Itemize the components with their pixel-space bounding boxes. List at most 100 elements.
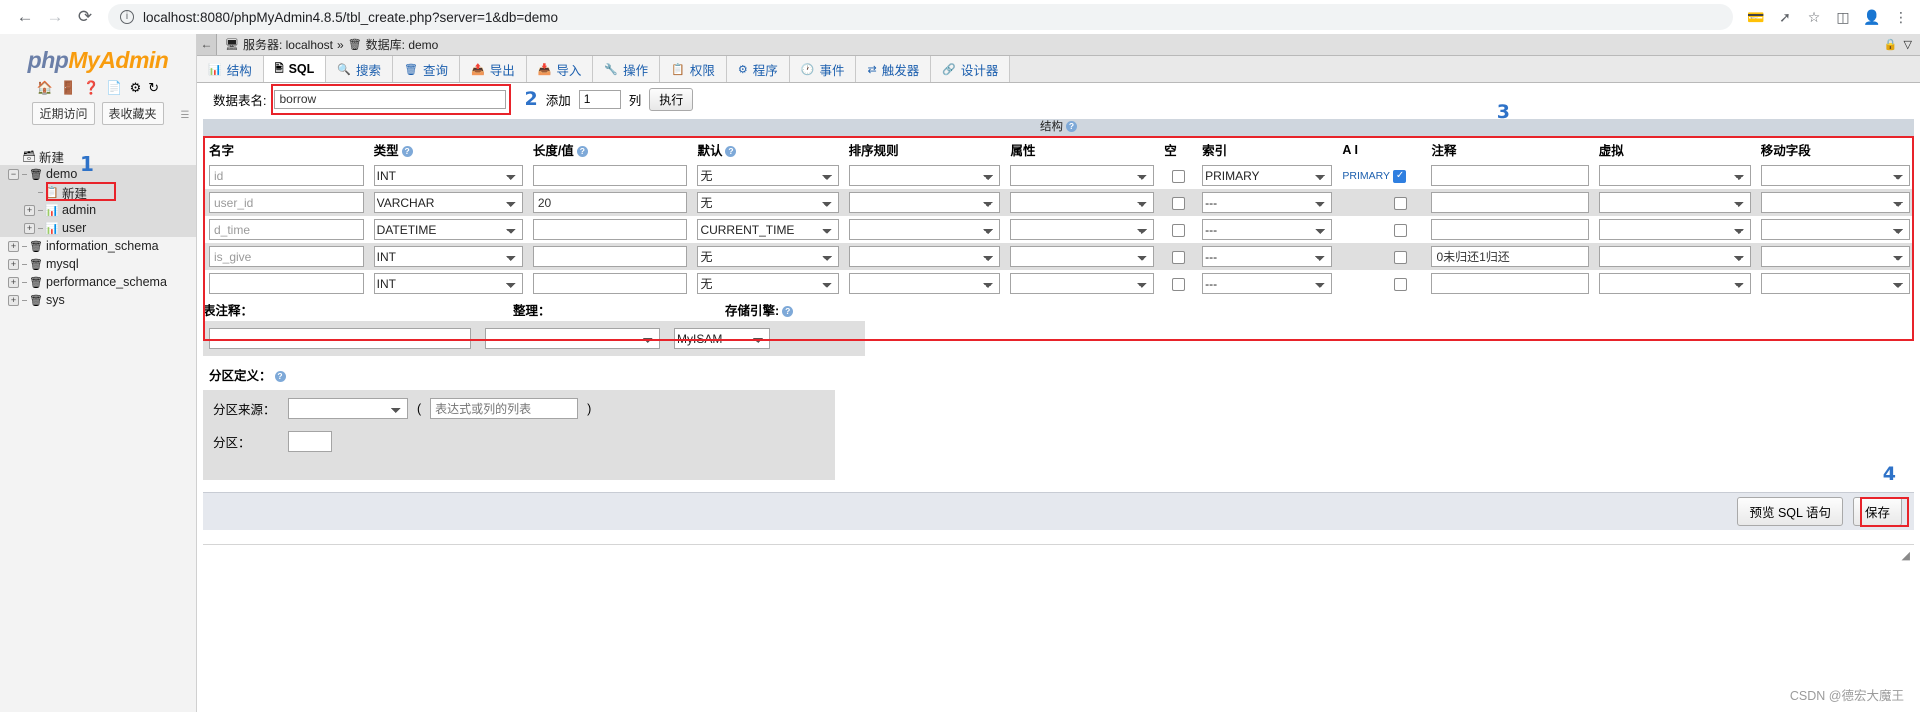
tree-toggle-expand-icon[interactable]: + <box>8 258 19 270</box>
tree-toggle-expand-icon[interactable]: + <box>8 294 19 306</box>
share-icon[interactable]: ➚ <box>1776 9 1794 26</box>
tab-export[interactable]: 📤 导出 <box>459 56 527 82</box>
table-collation-select[interactable] <box>485 328 660 349</box>
column-attributes-select[interactable] <box>1010 165 1155 186</box>
column-comment-input[interactable] <box>1431 246 1589 267</box>
breadcrumb-back-icon[interactable]: ← <box>197 34 217 55</box>
preview-sql-button[interactable]: 预览 SQL 语句 <box>1737 497 1843 526</box>
partitions-count-input[interactable] <box>288 431 332 452</box>
column-default-select[interactable]: 无 <box>697 246 839 267</box>
tab-events[interactable]: 🕐 事件 <box>789 56 857 82</box>
column-collation-select[interactable] <box>848 192 1001 213</box>
column-null-checkbox[interactable] <box>1171 250 1185 264</box>
tree-toggle-expand-icon[interactable]: + <box>24 204 35 216</box>
tree-item-mysql[interactable]: + 🗑 mysql <box>0 255 196 273</box>
payment-icon[interactable]: 💳 <box>1747 9 1765 26</box>
tree-item-performance-schema[interactable]: + 🗑 performance_schema <box>0 273 196 291</box>
tab-privileges[interactable]: 📋 权限 <box>660 56 727 82</box>
lock-icon[interactable]: 🔒 <box>1884 38 1898 51</box>
forward-icon[interactable]: → <box>40 2 70 32</box>
home-icon[interactable]: 🏠 <box>37 81 53 94</box>
column-comment-input[interactable] <box>1431 219 1589 240</box>
column-type-select[interactable]: INT <box>373 246 523 267</box>
reload-icon[interactable]: ⟳ <box>70 2 100 32</box>
tree-toggle-expand-icon[interactable]: + <box>24 222 35 234</box>
help-icon[interactable]: ❓ <box>83 81 99 94</box>
tab-designer[interactable]: 🔗 设计器 <box>931 56 1011 82</box>
help-icon[interactable]: ? <box>1066 121 1077 133</box>
column-collation-select[interactable] <box>848 273 1001 294</box>
column-virtuality-select[interactable] <box>1598 273 1751 294</box>
column-name-input[interactable] <box>209 165 364 186</box>
tree-toggle-expand-icon[interactable]: + <box>8 240 19 252</box>
column-comment-input[interactable] <box>1431 273 1589 294</box>
table-engine-select[interactable]: MyISAM <box>674 328 770 349</box>
column-ai-checkbox[interactable] <box>1394 196 1408 210</box>
column-move-select[interactable] <box>1760 246 1910 267</box>
tab-operations[interactable]: 🔧 操作 <box>593 56 661 82</box>
column-name-input[interactable] <box>209 273 364 294</box>
partition-source-select[interactable] <box>288 398 408 419</box>
column-collation-select[interactable] <box>848 219 1001 240</box>
column-default-select[interactable]: 无 <box>697 273 839 294</box>
column-length-input[interactable] <box>532 165 688 186</box>
tree-item-admin[interactable]: + 📊 admin <box>0 201 196 219</box>
column-default-select[interactable]: CURRENT_TIME <box>697 219 839 240</box>
reload-icon[interactable]: ↻ <box>148 81 159 94</box>
column-collation-select[interactable] <box>848 246 1001 267</box>
tab-routines[interactable]: ⚙ 程序 <box>726 56 790 82</box>
column-type-select[interactable]: INT <box>373 165 523 186</box>
menu-icon[interactable]: ⋮ <box>1892 9 1910 26</box>
column-length-input[interactable] <box>532 219 688 240</box>
column-index-select[interactable]: --- <box>1202 246 1333 267</box>
collapse-icon[interactable]: ☰ <box>178 110 192 122</box>
column-attributes-select[interactable] <box>1010 192 1155 213</box>
column-attributes-select[interactable] <box>1010 273 1155 294</box>
column-virtuality-select[interactable] <box>1598 219 1751 240</box>
column-null-checkbox[interactable] <box>1171 196 1185 210</box>
column-default-select[interactable]: 无 <box>697 192 839 213</box>
column-index-select[interactable]: --- <box>1202 192 1333 213</box>
tree-item-demo[interactable]: − 🗑 demo <box>0 165 196 183</box>
column-index-select[interactable]: --- <box>1202 219 1333 240</box>
phpmyadmin-logo[interactable]: phpMyAdmin <box>0 34 196 74</box>
favorite-tables-button[interactable]: 表收藏夹 <box>101 102 164 125</box>
column-type-select[interactable]: DATETIME <box>373 219 523 240</box>
back-icon[interactable]: ← <box>10 2 40 32</box>
column-move-select[interactable] <box>1760 192 1910 213</box>
add-columns-input[interactable] <box>578 89 621 109</box>
tree-toggle-collapse-icon[interactable]: − <box>8 168 19 180</box>
breadcrumb-server-text[interactable]: 服务器: localhost <box>243 36 333 53</box>
help-icon[interactable]: ? <box>576 146 588 158</box>
tree-toggle-expand-icon[interactable]: + <box>8 276 19 288</box>
column-comment-input[interactable] <box>1431 192 1589 213</box>
column-index-select[interactable]: --- <box>1202 273 1333 294</box>
column-length-input[interactable] <box>532 246 688 267</box>
recent-tables-button[interactable]: 近期访问 <box>32 102 95 125</box>
column-length-input[interactable] <box>532 192 688 213</box>
address-bar[interactable]: i localhost:8080/phpMyAdmin4.8.5/tbl_cre… <box>108 4 1733 30</box>
column-move-select[interactable] <box>1760 165 1910 186</box>
help-icon[interactable]: ? <box>725 146 737 158</box>
tree-item-information-schema[interactable]: + 🗑 information_schema <box>0 237 196 255</box>
tree-item-sys[interactable]: + 🗑 sys <box>0 291 196 309</box>
tree-item-new-db[interactable]: 🗃 新建 <box>0 147 196 165</box>
column-type-select[interactable]: VARCHAR <box>373 192 523 213</box>
column-name-input[interactable] <box>209 246 364 267</box>
tab-query[interactable]: 🗑 查询 <box>393 56 460 82</box>
bookmark-star-icon[interactable]: ☆ <box>1805 9 1823 26</box>
column-collation-select[interactable] <box>848 165 1001 186</box>
profile-icon[interactable]: 👤 <box>1863 9 1881 26</box>
column-move-select[interactable] <box>1760 273 1910 294</box>
column-null-checkbox[interactable] <box>1171 169 1185 183</box>
sidepanel-icon[interactable]: ◫ <box>1834 9 1852 26</box>
column-virtuality-select[interactable] <box>1598 165 1751 186</box>
table-comment-input[interactable] <box>209 328 471 349</box>
column-attributes-select[interactable] <box>1010 219 1155 240</box>
column-ai-checkbox[interactable] <box>1394 277 1408 291</box>
column-ai-checkbox[interactable] <box>1394 223 1408 237</box>
column-name-input[interactable] <box>209 219 364 240</box>
tab-search[interactable]: 🔍 搜索 <box>326 56 393 82</box>
help-icon[interactable]: ? <box>401 146 413 158</box>
column-index-select[interactable]: PRIMARY <box>1202 165 1333 186</box>
